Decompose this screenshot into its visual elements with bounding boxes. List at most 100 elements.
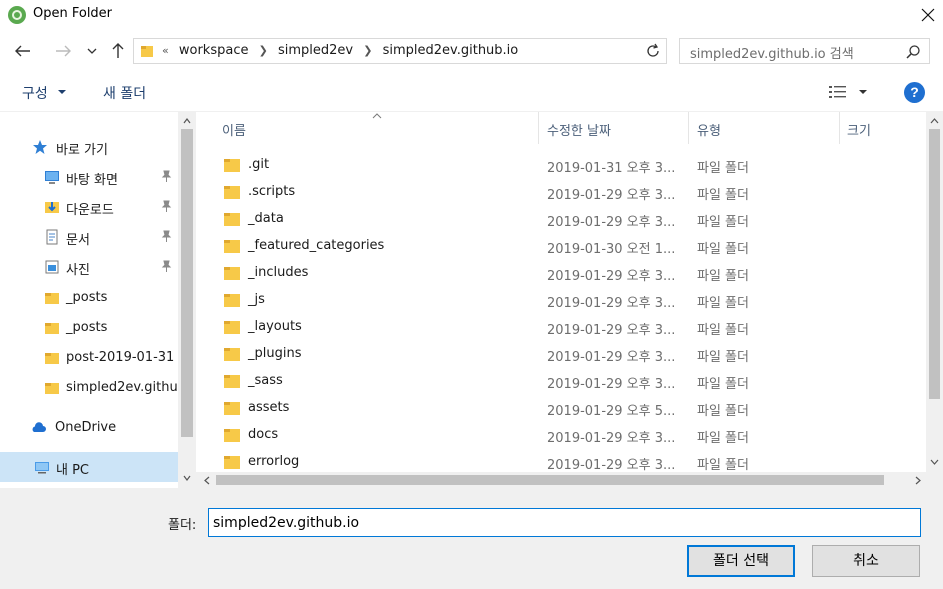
folder-icon bbox=[224, 456, 240, 469]
scroll-down-icon[interactable] bbox=[183, 474, 191, 482]
column-date[interactable]: 수정한 날짜 bbox=[547, 120, 611, 139]
up-arrow-icon[interactable] bbox=[105, 38, 131, 64]
nav-desktop[interactable]: 바탕 화면 bbox=[0, 162, 178, 192]
nav-folder-posts[interactable]: _posts bbox=[0, 283, 178, 313]
help-icon[interactable]: ? bbox=[904, 82, 925, 103]
nav-scrollbar[interactable] bbox=[178, 112, 196, 488]
address-bar[interactable]: « workspace ❯ simpled2ev ❯ simpled2ev.gi… bbox=[133, 38, 769, 64]
pictures-icon bbox=[45, 260, 59, 274]
pin-icon[interactable] bbox=[160, 230, 173, 243]
nav-label: simpled2ev.github bbox=[66, 380, 186, 395]
select-folder-button[interactable]: 폴더 선택 bbox=[687, 545, 795, 577]
chevron-right-icon[interactable]: ❯ bbox=[259, 44, 268, 57]
scroll-up-icon[interactable] bbox=[930, 117, 939, 125]
title-bar: Open Folder bbox=[0, 0, 943, 30]
file-row[interactable]: _plugins 2019-01-29 오후 3... 파일 폴더 bbox=[196, 341, 926, 368]
view-details-icon[interactable] bbox=[828, 84, 848, 100]
file-type: 파일 폴더 bbox=[697, 404, 749, 419]
pin-icon[interactable] bbox=[160, 170, 173, 183]
breadcrumb-overflow[interactable]: « bbox=[162, 44, 169, 57]
file-row[interactable]: _layouts 2019-01-29 오후 3... 파일 폴더 bbox=[196, 314, 926, 341]
column-name[interactable]: 이름 bbox=[222, 120, 246, 139]
nav-quick-access[interactable]: 바로 가기 bbox=[0, 132, 178, 162]
pin-icon[interactable] bbox=[160, 260, 173, 273]
folder-icon bbox=[45, 353, 59, 364]
refresh-icon[interactable] bbox=[643, 42, 663, 60]
scroll-down-icon[interactable] bbox=[930, 458, 939, 466]
back-arrow-icon[interactable] bbox=[10, 38, 36, 64]
breadcrumb-current[interactable]: simpled2ev.github.io bbox=[383, 43, 519, 58]
file-date: 2019-01-29 오후 3... bbox=[547, 215, 676, 230]
nav-folder-posts-2[interactable]: _posts bbox=[0, 313, 178, 343]
file-row[interactable]: _js 2019-01-29 오후 3... 파일 폴더 bbox=[196, 287, 926, 314]
file-name: errorlog bbox=[248, 454, 300, 469]
nav-label: 바탕 화면 bbox=[66, 173, 118, 188]
folder-icon bbox=[224, 240, 240, 253]
cancel-button[interactable]: 취소 bbox=[812, 545, 920, 577]
file-row[interactable]: _sass 2019-01-29 오후 3... 파일 폴더 bbox=[196, 368, 926, 395]
nav-this-pc[interactable]: 내 PC bbox=[0, 452, 178, 482]
column-size[interactable]: 크기 bbox=[847, 120, 871, 139]
nav-folder-post-2019[interactable]: post-2019-01-31 bbox=[0, 343, 178, 373]
list-horizontal-scrollbar[interactable] bbox=[196, 472, 943, 488]
column-divider[interactable] bbox=[839, 112, 840, 144]
recent-locations-chevron-icon[interactable] bbox=[82, 38, 102, 64]
nav-pictures[interactable]: 사진 bbox=[0, 252, 178, 282]
scroll-left-icon[interactable] bbox=[203, 476, 211, 485]
folder-icon bbox=[45, 383, 59, 394]
scroll-thumb[interactable] bbox=[216, 475, 884, 485]
caret-down-icon[interactable] bbox=[58, 90, 66, 94]
column-divider[interactable] bbox=[538, 112, 539, 144]
file-type: 파일 폴더 bbox=[697, 296, 749, 311]
file-row[interactable]: .git 2019-01-31 오후 3... 파일 폴더 bbox=[196, 152, 926, 179]
file-type: 파일 폴더 bbox=[697, 242, 749, 257]
nav-folder-simpled2ev[interactable]: simpled2ev.github bbox=[0, 373, 186, 403]
folder-icon bbox=[224, 159, 240, 172]
documents-icon bbox=[46, 229, 58, 245]
scroll-thumb[interactable] bbox=[929, 129, 940, 399]
forward-arrow-icon[interactable] bbox=[50, 38, 76, 64]
close-icon[interactable] bbox=[913, 0, 943, 30]
scroll-right-icon[interactable] bbox=[914, 476, 922, 485]
chevron-right-icon[interactable]: ❯ bbox=[363, 44, 372, 57]
folder-name-input[interactable] bbox=[208, 508, 921, 537]
view-options-caret-icon[interactable] bbox=[859, 90, 867, 94]
scroll-thumb[interactable] bbox=[181, 129, 193, 437]
file-name: _sass bbox=[248, 373, 283, 388]
file-row[interactable]: docs 2019-01-29 오후 3... 파일 폴더 bbox=[196, 422, 926, 449]
column-divider[interactable] bbox=[688, 112, 689, 144]
command-toolbar: 구성 새 폴더 ? bbox=[0, 72, 943, 112]
file-name: assets bbox=[248, 400, 290, 415]
folder-icon bbox=[224, 375, 240, 388]
file-type: 파일 폴더 bbox=[697, 269, 749, 284]
scroll-up-icon[interactable] bbox=[183, 117, 191, 125]
folder-icon bbox=[45, 293, 59, 304]
breadcrumb-workspace[interactable]: workspace bbox=[179, 43, 249, 58]
organize-menu-button[interactable]: 구성 bbox=[22, 83, 48, 103]
pin-icon[interactable] bbox=[160, 200, 173, 213]
star-icon bbox=[33, 140, 47, 154]
file-name: .scripts bbox=[248, 184, 296, 199]
column-header-row: 이름 수정한 날짜 유형 크기 bbox=[196, 112, 926, 144]
nav-downloads[interactable]: 다운로드 bbox=[0, 192, 178, 222]
file-type: 파일 폴더 bbox=[697, 377, 749, 392]
file-row[interactable]: .scripts 2019-01-29 오후 3... 파일 폴더 bbox=[196, 179, 926, 206]
breadcrumb-simpled2ev[interactable]: simpled2ev bbox=[278, 43, 353, 58]
file-row[interactable]: assets 2019-01-29 오후 5... 파일 폴더 bbox=[196, 395, 926, 422]
nav-label: 문서 bbox=[66, 233, 90, 248]
file-row[interactable]: _featured_categories 2019-01-30 오전 1... 파일… bbox=[196, 233, 926, 260]
column-type[interactable]: 유형 bbox=[697, 120, 721, 139]
new-folder-button[interactable]: 새 폴더 bbox=[103, 83, 146, 103]
search-icon[interactable] bbox=[905, 44, 921, 60]
file-row[interactable]: _data 2019-01-29 오후 3... 파일 폴더 bbox=[196, 206, 926, 233]
nav-onedrive[interactable]: OneDrive bbox=[0, 413, 178, 443]
file-row[interactable]: _includes 2019-01-29 오후 3... 파일 폴더 bbox=[196, 260, 926, 287]
list-vertical-scrollbar[interactable] bbox=[926, 112, 943, 472]
folder-icon bbox=[224, 213, 240, 226]
search-box[interactable]: simpled2ev.github.io 검색 bbox=[679, 38, 930, 64]
folder-icon bbox=[224, 429, 240, 442]
nav-documents[interactable]: 문서 bbox=[0, 222, 178, 252]
folder-icon bbox=[45, 323, 59, 334]
file-date: 2019-01-29 오후 5... bbox=[547, 404, 676, 419]
file-type: 파일 폴더 bbox=[697, 188, 749, 203]
